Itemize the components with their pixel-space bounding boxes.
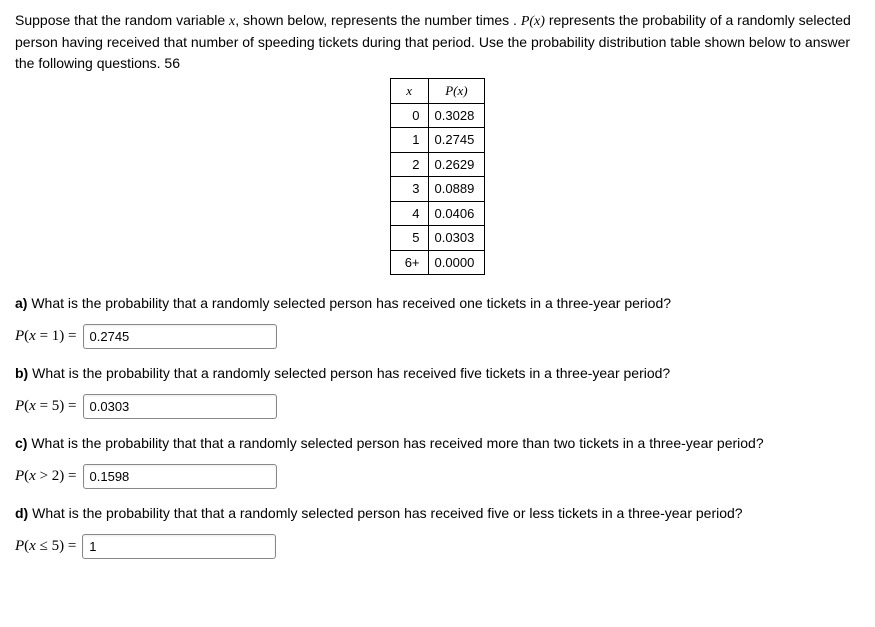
- answer-d-line: P(x ≤ 5) =: [15, 534, 860, 559]
- answer-b-line: P(x = 5) =: [15, 394, 860, 419]
- intro-text-2: , shown below, represents the number tim…: [235, 12, 521, 28]
- answer-a-expr: P(x = 1) =: [15, 325, 77, 348]
- table-row: 40.0406: [390, 201, 485, 226]
- intro-text-1: Suppose that the random variable: [15, 12, 229, 28]
- answer-c-line: P(x > 2) =: [15, 464, 860, 489]
- answer-b-expr: P(x = 5) =: [15, 395, 77, 418]
- answer-c-expr: P(x > 2) =: [15, 465, 77, 488]
- cell-p: 0.0406: [428, 201, 485, 226]
- cell-p: 0.0889: [428, 177, 485, 202]
- answer-a-line: P(x = 1) =: [15, 324, 860, 349]
- question-c: c) What is the probability that that a r…: [15, 433, 860, 454]
- answer-a-input[interactable]: [83, 324, 277, 349]
- table-row: 30.0889: [390, 177, 485, 202]
- cell-x: 2: [390, 152, 428, 177]
- question-d-text: What is the probability that that a rand…: [28, 505, 742, 521]
- answer-d-input[interactable]: [82, 534, 276, 559]
- cell-x: 4: [390, 201, 428, 226]
- question-b-text: What is the probability that a randomly …: [28, 365, 670, 381]
- cell-p: 0.2629: [428, 152, 485, 177]
- cell-p: 0.2745: [428, 128, 485, 153]
- header-px: P(x): [428, 79, 485, 104]
- answer-b-input[interactable]: [83, 394, 277, 419]
- table-row: 00.3028: [390, 103, 485, 128]
- table-header-row: x P(x): [390, 79, 485, 104]
- question-a-text: What is the probability that a randomly …: [27, 295, 671, 311]
- cell-x: 0: [390, 103, 428, 128]
- question-b-label: b): [15, 365, 28, 381]
- table-row: 10.2745: [390, 128, 485, 153]
- answer-c-input[interactable]: [83, 464, 277, 489]
- question-c-text: What is the probability that that a rand…: [27, 435, 763, 451]
- cell-x: 1: [390, 128, 428, 153]
- table-row: 50.0303: [390, 226, 485, 251]
- cell-p: 0.0303: [428, 226, 485, 251]
- cell-p: 0.0000: [428, 250, 485, 275]
- table-row: 6+0.0000: [390, 250, 485, 275]
- intro-px: P(x): [521, 14, 545, 29]
- question-b: b) What is the probability that a random…: [15, 363, 860, 384]
- question-d: d) What is the probability that that a r…: [15, 503, 860, 524]
- problem-intro: Suppose that the random variable x, show…: [15, 10, 860, 74]
- header-x: x: [390, 79, 428, 104]
- question-a-label: a): [15, 295, 27, 311]
- cell-x: 6+: [390, 250, 428, 275]
- question-a: a) What is the probability that a random…: [15, 293, 860, 314]
- question-d-label: d): [15, 505, 28, 521]
- cell-x: 3: [390, 177, 428, 202]
- cell-p: 0.3028: [428, 103, 485, 128]
- table-row: 20.2629: [390, 152, 485, 177]
- cell-x: 5: [390, 226, 428, 251]
- answer-d-expr: P(x ≤ 5) =: [15, 535, 76, 558]
- question-c-label: c): [15, 435, 27, 451]
- probability-table: x P(x) 00.3028 10.2745 20.2629 30.0889 4…: [390, 78, 486, 275]
